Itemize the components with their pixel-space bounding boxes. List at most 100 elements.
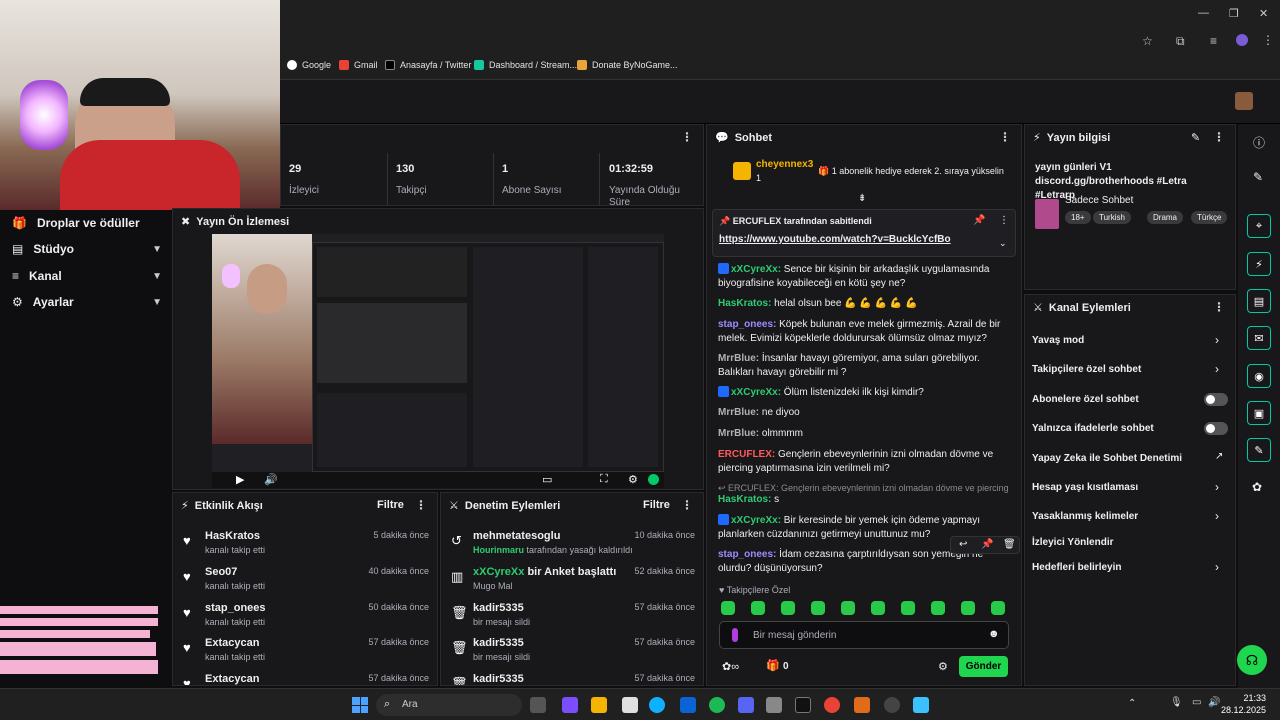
- mod-row[interactable]: 🗑 kadir5335 bir mesajı sildi 57 dakika önce: [449, 599, 695, 635]
- media-icon[interactable]: ≡: [1210, 34, 1217, 48]
- clock-time[interactable]: 21:33: [1222, 693, 1266, 703]
- action-goals[interactable]: Hedefleri belirleyin: [1032, 562, 1121, 573]
- add-action-icon[interactable]: ✿: [1252, 480, 1262, 494]
- filter-button[interactable]: Filtre: [377, 499, 404, 511]
- chevron-right-icon[interactable]: ›: [1215, 509, 1219, 523]
- obs-icon[interactable]: [795, 697, 811, 713]
- clip-icon[interactable]: ⌖: [1247, 214, 1271, 238]
- action-banned-words[interactable]: Yasaklanmış kelimeler: [1032, 511, 1138, 522]
- chat-message[interactable]: ERCUFLEX: Gençlerin ebeveynlerinin izni …: [718, 448, 1010, 476]
- info-icon[interactable]: ⓘ: [1253, 134, 1265, 151]
- minimize-button[interactable]: —: [1198, 7, 1209, 19]
- mod-row[interactable]: 🗑 kadir5335 bir mesajı sildi 57 dakika önce: [449, 634, 695, 670]
- external-link-icon[interactable]: ↗: [1215, 451, 1223, 462]
- bookmark-gmail[interactable]: Gmail: [339, 60, 378, 70]
- taskbar-search[interactable]: ⌕ Ara: [376, 694, 522, 716]
- profile-avatar-icon[interactable]: [1236, 34, 1248, 46]
- app-icon[interactable]: [854, 697, 870, 713]
- maximize-button[interactable]: ❐: [1229, 7, 1239, 20]
- nav-settings[interactable]: ⚙ Ayarlar ▼: [12, 295, 162, 309]
- mod-row[interactable]: 🗑 kadir5335 57 dakika önce: [449, 670, 695, 685]
- emote-icon[interactable]: [841, 601, 855, 615]
- outlook-icon[interactable]: [680, 697, 696, 713]
- chat-username[interactable]: xXCyreXx:: [731, 387, 781, 398]
- bookmark-twitter[interactable]: Anasayfa / Twitter: [385, 60, 471, 70]
- action-ai-moderation[interactable]: Yapay Zeka ile Sohbet Denetimi: [1032, 453, 1182, 464]
- activity-row[interactable]: ♥ Extacycan kanalı takip etti 57 dakika önc…: [181, 634, 429, 670]
- chat-message[interactable]: MrrBlue: olmmmm: [718, 427, 1010, 441]
- support-icon[interactable]: ☊: [1237, 645, 1267, 675]
- nav-drops[interactable]: 🎁 Droplar ve ödüller: [12, 216, 162, 230]
- settings-app-icon[interactable]: [766, 697, 782, 713]
- bookmark-dashboard[interactable]: Dashboard / Stream...: [474, 60, 577, 70]
- close-window-button[interactable]: ✕: [1259, 7, 1268, 20]
- chevron-right-icon[interactable]: ›: [1215, 480, 1219, 494]
- delete-icon[interactable]: 🗑: [1003, 539, 1016, 550]
- filter-button[interactable]: Filtre: [643, 499, 670, 511]
- app-icon[interactable]: [913, 697, 929, 713]
- task-view-icon[interactable]: [530, 697, 546, 713]
- activity-row[interactable]: ♥ Extacycan 57 dakika önce: [181, 670, 429, 685]
- tag[interactable]: 18+: [1065, 211, 1091, 224]
- mic-icon[interactable]: [732, 628, 738, 642]
- emote-icon[interactable]: [781, 601, 795, 615]
- emote-icon[interactable]: [811, 601, 825, 615]
- emote-picker-icon[interactable]: ☻: [988, 628, 1000, 640]
- action-subs-only[interactable]: Abonelere özel sohbet: [1032, 394, 1139, 405]
- action-slow-mode[interactable]: Yavaş mod: [1032, 335, 1084, 346]
- discord-icon[interactable]: [738, 697, 754, 713]
- chat-username[interactable]: HasKratos:: [718, 494, 771, 505]
- action-raid[interactable]: İzleyici Yönlendir: [1032, 537, 1114, 548]
- reply-icon[interactable]: ↩: [959, 539, 967, 550]
- chrome-icon[interactable]: [824, 697, 840, 713]
- bookmark-google[interactable]: Google: [287, 60, 331, 70]
- category-thumbnail[interactable]: [1035, 199, 1059, 229]
- activity-row[interactable]: ♥ Seo07 kanalı takip etti 40 dakika önce: [181, 563, 429, 599]
- tag[interactable]: Drama: [1147, 211, 1184, 224]
- theatre-icon[interactable]: ▭: [542, 473, 552, 486]
- emote-icon[interactable]: [991, 601, 1005, 615]
- more-options-icon[interactable]: ⋮: [681, 130, 693, 144]
- unpin-icon[interactable]: 📌: [973, 215, 985, 226]
- stream-preview-video[interactable]: ▶ 🔊 ▭ ⛶ ⚙: [212, 234, 664, 488]
- browser-menu-icon[interactable]: ⋮: [1262, 33, 1274, 47]
- emote-icon[interactable]: [901, 601, 915, 615]
- chat-username[interactable]: HasKratos:: [718, 298, 771, 309]
- chat-username[interactable]: MrrBlue:: [718, 428, 759, 439]
- chat-message[interactable]: HasKratos: helal olsun bee 💪 💪 💪 💪 💪: [718, 297, 1010, 311]
- tray-chevron-icon[interactable]: ⌃: [1128, 698, 1136, 709]
- emote-icon[interactable]: [961, 601, 975, 615]
- emote-icon[interactable]: [871, 601, 885, 615]
- emote-icon[interactable]: [721, 601, 735, 615]
- action-account-age[interactable]: Hesap yaşı kısıtlaması: [1032, 482, 1138, 493]
- chevron-right-icon[interactable]: ›: [1215, 333, 1219, 347]
- more-options-icon[interactable]: ⋮: [999, 130, 1011, 144]
- chat-message[interactable]: MrrBlue: ne diyoo: [718, 406, 1010, 420]
- network-icon[interactable]: ▭: [1192, 697, 1201, 708]
- scroll-down-icon[interactable]: ⇟: [858, 193, 866, 204]
- document-icon[interactable]: ▤: [1247, 289, 1271, 313]
- user-avatar[interactable]: [1235, 92, 1253, 110]
- broadcast-icon[interactable]: ◉: [1247, 364, 1271, 388]
- copilot-icon[interactable]: [562, 697, 578, 713]
- edit-icon[interactable]: ✎: [1191, 131, 1200, 144]
- lightning-icon[interactable]: ⚡: [1247, 252, 1271, 276]
- gift-icon[interactable]: 🎁: [766, 659, 780, 672]
- bookmark-donate[interactable]: Donate ByNoGame...: [577, 60, 678, 70]
- activity-row[interactable]: ♥ HasKratos kanalı takip etti 5 dakika önce: [181, 527, 429, 563]
- gift-leader-user[interactable]: cheyennex3: [756, 159, 813, 170]
- extensions-icon[interactable]: ⧉: [1176, 34, 1185, 49]
- pinned-message[interactable]: 📌 ERCUFLEX tarafından sabitlendi https:/…: [712, 209, 1016, 257]
- more-options-icon[interactable]: ⋮: [999, 215, 1009, 226]
- channel-points-icon[interactable]: ✿∞: [722, 660, 739, 673]
- clock-date[interactable]: 28.12.2025: [1210, 705, 1266, 715]
- pinned-link[interactable]: https://www.youtube.com/watch?v=BucklcYc…: [719, 234, 951, 245]
- emote-icon[interactable]: [751, 601, 765, 615]
- play-icon[interactable]: ▶: [236, 473, 244, 486]
- nav-channel[interactable]: ≡ Kanal ▼: [12, 269, 162, 283]
- send-button[interactable]: Gönder: [959, 656, 1008, 677]
- chat-settings-icon[interactable]: ⚙: [938, 660, 948, 673]
- wrench-icon[interactable]: ✎: [1247, 438, 1271, 462]
- edit-icon[interactable]: ✎: [1253, 170, 1263, 184]
- mod-row[interactable]: ▥ xXCyreXx bir Anket başlattı Mugo Mal 52 d…: [449, 563, 695, 599]
